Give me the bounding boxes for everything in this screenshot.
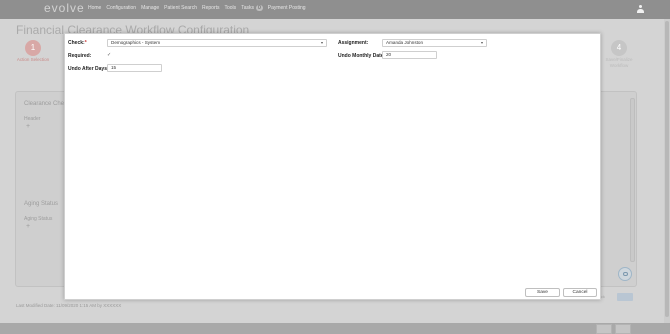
required-asterisk: *: [84, 40, 87, 46]
next-button[interactable]: [617, 293, 633, 301]
bottom-tab-2[interactable]: [615, 324, 631, 334]
page-scrollbar[interactable]: [664, 19, 670, 323]
nav-item-tasks[interactable]: Tasks 0: [241, 5, 263, 11]
undo-after-days-input[interactable]: 15: [107, 64, 162, 72]
nav-item-reports[interactable]: Reports: [202, 5, 220, 11]
step-indicator-1: 1: [25, 40, 41, 56]
check-select-value: Demographics - System: [111, 40, 161, 45]
undo-monthly-date-label: Undo Monthly Date:: [338, 53, 386, 59]
aging-status-title: Aging Status: [24, 201, 59, 207]
required-label: Required:: [68, 53, 92, 59]
bottom-bar: [0, 323, 670, 334]
top-navigation-bar: evolve Home Configuration Manage Patient…: [0, 0, 670, 19]
user-icon[interactable]: [637, 5, 644, 13]
step-label-action-selection: Action Selection: [16, 57, 50, 62]
edit-check-modal: Check:* Demographics - System Assignment…: [64, 33, 601, 300]
nav-item-tasks-label: Tasks: [241, 5, 254, 11]
required-checkbox[interactable]: ✓: [107, 52, 111, 58]
chevron-down-icon: [321, 42, 323, 44]
step-label-save-finalize: Save/Finalize Workflow: [605, 57, 633, 68]
assignment-select[interactable]: Amanda Johnston: [382, 39, 487, 47]
check-label: Check:*: [68, 40, 87, 46]
add-header-button[interactable]: +: [26, 123, 30, 130]
nav-item-home[interactable]: Home: [88, 5, 101, 11]
tasks-count-badge: 0: [255, 5, 263, 11]
last-modified-text: Last Modified Date: 11/09/2020 1:15 AM b…: [16, 303, 122, 308]
aging-status-label: Aging Status: [24, 216, 53, 222]
undo-after-days-label: Undo After Days:: [68, 66, 109, 72]
nav-item-patient-search[interactable]: Patient Search: [164, 5, 197, 11]
nav-item-configuration[interactable]: Configuration: [106, 5, 136, 11]
logo: evolve: [44, 1, 85, 15]
undo-monthly-date-input[interactable]: 20: [382, 51, 437, 59]
save-button[interactable]: Save: [525, 288, 560, 297]
nav-item-manage[interactable]: Manage: [141, 5, 159, 11]
nav-item-payment-posting[interactable]: Payment Posting: [268, 5, 306, 11]
assignment-select-value: Amanda Johnston: [386, 40, 424, 45]
chat-icon[interactable]: [618, 267, 632, 281]
card-scrollbar[interactable]: [630, 98, 635, 262]
check-select[interactable]: Demographics - System: [107, 39, 327, 47]
add-aging-status-button[interactable]: +: [26, 223, 30, 230]
step-indicator-4: 4: [611, 40, 627, 56]
cancel-button[interactable]: Cancel: [563, 288, 597, 297]
bottom-tab-1[interactable]: [596, 324, 612, 334]
card-field-header-label: Header: [24, 116, 41, 122]
chevron-down-icon: [481, 42, 483, 44]
assignment-label: Assignment:: [338, 40, 369, 46]
main-nav: Home Configuration Manage Patient Search…: [88, 5, 306, 11]
nav-item-tools[interactable]: Tools: [225, 5, 237, 11]
